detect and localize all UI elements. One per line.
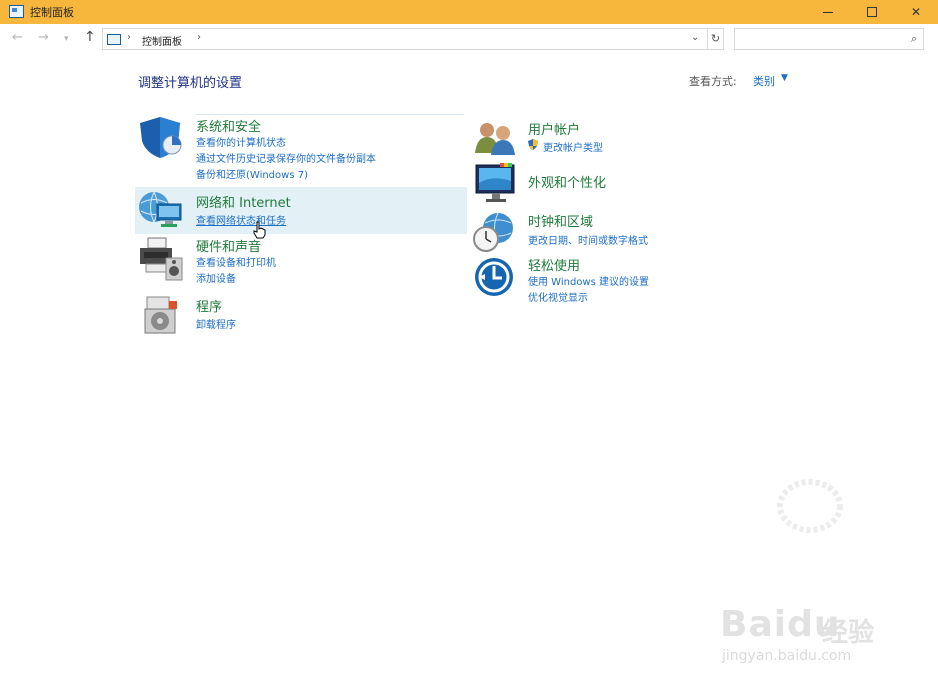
page-heading: 调整计算机的设置: [138, 76, 243, 91]
category-ease-of-access[interactable]: 轻松使用: [528, 255, 580, 274]
category-appearance-personalization[interactable]: 外观和个性化: [528, 172, 606, 191]
watermark-pattern-icon: [777, 479, 843, 533]
link-windows-suggested-settings[interactable]: 使用 Windows 建议的设置: [528, 273, 649, 288]
breadcrumb-chevron-icon[interactable]: ›: [197, 32, 201, 43]
clock-globe-icon[interactable]: [472, 211, 518, 253]
minimize-button[interactable]: [806, 0, 850, 24]
link-change-date-time-format[interactable]: 更改日期、时间或数字格式: [528, 232, 648, 247]
programs-icon[interactable]: [143, 295, 183, 335]
network-globe-icon[interactable]: [137, 190, 185, 230]
printer-speaker-icon[interactable]: [138, 236, 184, 282]
recent-locations-dropdown-icon[interactable]: ▾: [64, 34, 69, 44]
link-optimize-visual-display[interactable]: 优化视觉显示: [528, 289, 588, 304]
close-button[interactable]: ✕: [894, 0, 938, 24]
category-clock-region[interactable]: 时钟和区域: [528, 211, 593, 230]
link-uninstall-program[interactable]: 卸载程序: [196, 316, 236, 331]
user-accounts-icon[interactable]: [473, 119, 517, 157]
view-by-caret-icon[interactable]: ▼: [781, 73, 788, 83]
maximize-button[interactable]: [850, 0, 894, 24]
appearance-monitor-icon[interactable]: [474, 161, 518, 205]
forward-arrow-icon[interactable]: →: [38, 30, 49, 45]
refresh-icon[interactable]: ↻: [708, 28, 724, 50]
link-view-computer-status[interactable]: 查看你的计算机状态: [196, 134, 286, 149]
title-bar: 控制面板 ✕: [0, 0, 938, 24]
search-icon[interactable]: ⌕: [911, 32, 917, 46]
control-panel-icon: [107, 34, 121, 45]
shield-icon[interactable]: [138, 115, 184, 159]
view-by-label: 查看方式:: [689, 75, 737, 88]
address-dropdown-icon[interactable]: ⌄: [691, 32, 699, 43]
up-arrow-icon[interactable]: ↑: [84, 29, 96, 45]
watermark-logo-cn: 经验: [822, 618, 875, 648]
control-panel-icon: [9, 5, 24, 18]
category-hardware-sound[interactable]: 硬件和声音: [196, 236, 261, 255]
breadcrumb-chevron-icon[interactable]: ›: [127, 32, 131, 43]
watermark-url: jingyan.baidu.com: [722, 648, 852, 664]
address-bar[interactable]: › 控制面板 › ⌄: [102, 28, 708, 50]
category-user-accounts[interactable]: 用户帐户: [528, 119, 580, 138]
link-view-devices-printers[interactable]: 查看设备和打印机: [196, 254, 276, 269]
ease-of-access-icon[interactable]: [473, 256, 515, 298]
category-network-internet[interactable]: 网络和 Internet: [196, 192, 291, 211]
uac-shield-icon: [528, 139, 538, 150]
link-change-account-type[interactable]: 更改帐户类型: [543, 139, 603, 154]
breadcrumb-control-panel[interactable]: 控制面板: [142, 33, 182, 48]
link-view-network-status[interactable]: 查看网络状态和任务: [196, 212, 286, 227]
link-backup-restore[interactable]: 备份和还原(Windows 7): [196, 166, 308, 181]
view-by-dropdown[interactable]: 类别: [753, 73, 775, 89]
link-add-device[interactable]: 添加设备: [196, 270, 236, 285]
window-title: 控制面板: [30, 6, 74, 19]
link-file-history-backup[interactable]: 通过文件历史记录保存你的文件备份副本: [196, 150, 376, 165]
back-arrow-icon[interactable]: ←: [12, 30, 23, 45]
divider: [196, 114, 464, 115]
search-input[interactable]: ⌕: [734, 28, 924, 50]
category-programs[interactable]: 程序: [196, 296, 222, 315]
category-system-security[interactable]: 系统和安全: [196, 116, 261, 135]
navigation-bar: ← → ▾ ↑ › 控制面板 › ⌄ ↻ ⌕: [0, 24, 938, 54]
